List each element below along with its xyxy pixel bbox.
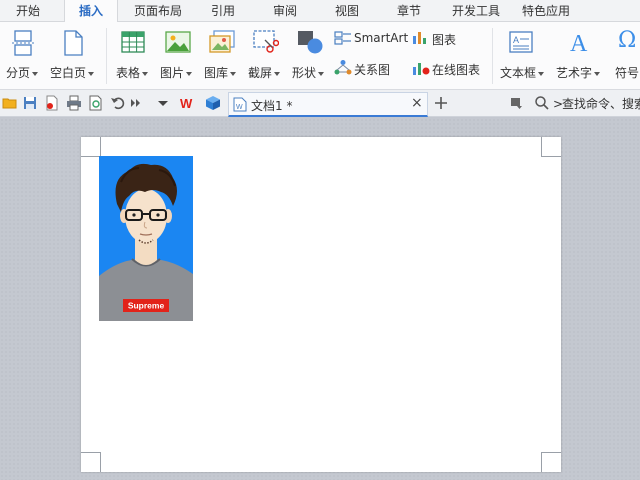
chevron-down-icon[interactable]	[155, 95, 171, 111]
chart-button[interactable]: 图表	[412, 28, 472, 48]
margin-corner-top-right	[541, 137, 561, 157]
online-chart-button[interactable]: 在线图表	[412, 58, 488, 78]
tab-start[interactable]: 开始	[4, 0, 52, 22]
smartart-icon	[334, 31, 351, 45]
wordart-label: 艺术字	[556, 66, 593, 80]
shapes-button[interactable]: 形状	[290, 26, 330, 82]
chevron-down-icon	[274, 71, 281, 76]
chevron-down-icon	[88, 71, 95, 76]
tab-insert[interactable]: 插入	[64, 0, 118, 23]
chevron-down-icon	[142, 71, 149, 76]
chevron-down-icon	[32, 71, 39, 76]
document-icon: W	[233, 97, 247, 112]
shirt-logo-text: Supreme	[128, 301, 165, 311]
relation-chart-label: 关系图	[354, 63, 391, 77]
table-button[interactable]: 表格	[114, 26, 154, 82]
page-break-icon	[12, 30, 34, 56]
omega-icon: Ω	[618, 28, 637, 53]
ribbon-separator	[492, 28, 493, 84]
blank-page-button[interactable]: 空白页	[48, 26, 100, 82]
online-chart-icon	[413, 63, 430, 75]
search-command-label: 查找命令、搜索	[562, 97, 640, 111]
svg-text:W: W	[236, 104, 243, 111]
table-label: 表格	[116, 66, 141, 80]
gallery-label: 图库	[204, 66, 229, 80]
blank-page-icon	[64, 30, 83, 56]
margin-corner-bottom-right	[541, 452, 561, 472]
chevron-down-icon	[230, 71, 237, 76]
gallery-button[interactable]: 图库	[202, 26, 242, 82]
symbol-label: 符号	[615, 66, 640, 80]
textbox-icon: A	[509, 31, 533, 53]
chevron-down-icon	[538, 71, 545, 76]
textbox-label: 文本框	[500, 66, 537, 80]
close-icon[interactable]: ×	[411, 95, 423, 111]
chevron-down-icon	[186, 71, 193, 76]
tab-review[interactable]: 审阅	[262, 0, 308, 22]
print-preview-icon[interactable]	[88, 95, 104, 111]
inserted-picture[interactable]: Supreme	[99, 156, 193, 321]
ribbon-separator	[106, 28, 107, 84]
menu-bar: 开始 插入 页面布局 引用 审阅 视图 章节 开发工具 特色应用	[0, 0, 640, 23]
document-tab-title: 文档1 *	[251, 99, 293, 113]
tab-section[interactable]: 章节	[386, 0, 432, 22]
wps-logo-icon[interactable]: W	[180, 95, 196, 111]
undo-icon[interactable]	[110, 95, 126, 111]
export-pdf-icon[interactable]	[44, 95, 60, 111]
save-icon[interactable]	[22, 95, 38, 111]
table-icon	[121, 31, 145, 53]
textbox-button[interactable]: A 文本框	[498, 26, 548, 82]
toolbar-options-icon[interactable]	[508, 95, 524, 111]
scissors-icon	[253, 30, 279, 53]
screenshot-button[interactable]: 截屏	[246, 26, 286, 82]
wordart-button[interactable]: A 艺术字	[554, 26, 606, 82]
screenshot-label: 截屏	[248, 66, 273, 80]
picture-label: 图片	[160, 66, 185, 80]
tab-references[interactable]: 引用	[200, 0, 246, 22]
svg-text:A: A	[513, 35, 519, 45]
cube-icon[interactable]	[205, 95, 221, 111]
shapes-label: 形状	[292, 66, 317, 80]
tab-page-layout[interactable]: 页面布局	[128, 0, 188, 22]
open-folder-icon[interactable]	[2, 95, 18, 111]
blank-page-label: 空白页	[50, 66, 87, 80]
page-break-label: 分页	[6, 66, 31, 80]
wordart-icon: A	[570, 31, 588, 55]
command-search[interactable]: > 查找命令、搜索	[529, 94, 640, 114]
tab-view[interactable]: 视图	[324, 0, 370, 22]
chevron-down-icon	[318, 71, 325, 76]
gallery-icon	[209, 30, 235, 53]
tab-developer[interactable]: 开发工具	[446, 0, 506, 22]
tab-features[interactable]: 特色应用	[516, 0, 576, 22]
page-break-button[interactable]: 分页	[4, 26, 44, 82]
relation-chart-icon	[334, 60, 352, 75]
cartoon-portrait-image: Supreme	[99, 156, 193, 321]
print-icon[interactable]	[66, 95, 82, 111]
chevron-down-icon	[594, 71, 601, 76]
svg-text:A: A	[570, 31, 588, 55]
document-tab[interactable]: W 文档1 * ×	[228, 92, 428, 117]
margin-corner-top-left	[81, 137, 101, 157]
picture-icon	[165, 31, 191, 53]
smartart-button[interactable]: SmartArt	[334, 28, 410, 48]
more-arrows-icon[interactable]	[128, 95, 144, 111]
svg-text:W: W	[180, 96, 193, 111]
new-tab-plus-icon[interactable]	[433, 95, 449, 111]
margin-corner-bottom-left	[81, 452, 101, 472]
chart-icon	[413, 32, 426, 44]
ribbon: 分页 空白页 表格 图片 图库 截屏 形状 SmartArt 关系图 图表 在线…	[0, 22, 640, 90]
shapes-icon	[298, 31, 323, 54]
online-chart-label: 在线图表	[432, 63, 481, 77]
picture-button[interactable]: 图片	[158, 26, 198, 82]
chart-label: 图表	[432, 33, 457, 47]
smartart-label: SmartArt	[354, 31, 409, 45]
relation-chart-button[interactable]: 关系图	[334, 58, 404, 78]
symbol-button[interactable]: Ω 符号	[612, 26, 640, 82]
